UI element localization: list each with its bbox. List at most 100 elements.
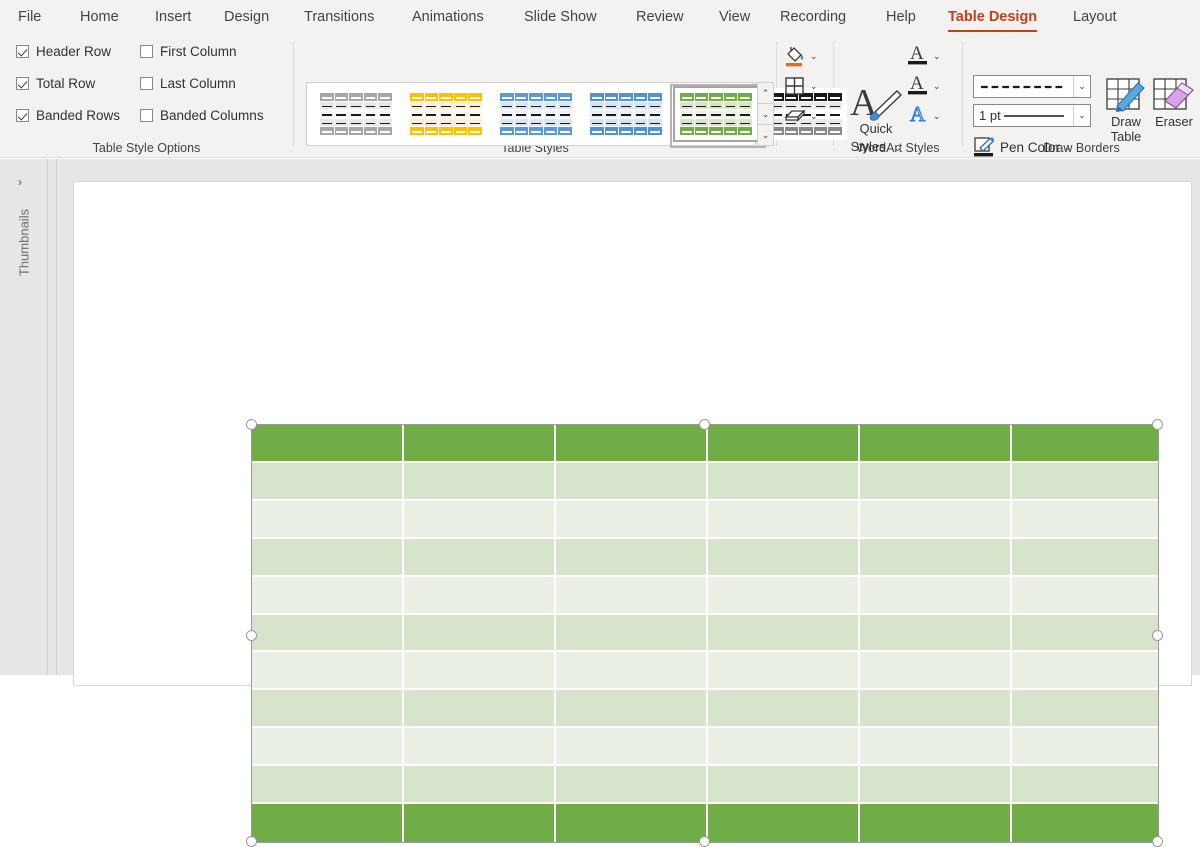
table-cell[interactable]	[860, 501, 1012, 539]
table-style-no-style-table-grid[interactable]	[315, 88, 397, 140]
table-cell[interactable]	[860, 766, 1012, 804]
table-cell[interactable]	[708, 766, 860, 804]
gallery-scroll-buttons[interactable]: ⌃⌄⌄	[757, 82, 774, 146]
checkbox-header-row[interactable]: Header Row	[16, 44, 111, 59]
table-cell[interactable]	[1012, 425, 1158, 463]
table-cell[interactable]	[404, 615, 556, 653]
checkbox-box-first-column[interactable]	[140, 45, 153, 58]
table-cell[interactable]	[252, 425, 404, 463]
pen-weight-combo[interactable]: 1 pt ⌄	[973, 104, 1091, 127]
table-cell[interactable]	[252, 804, 404, 842]
table-cell[interactable]	[860, 652, 1012, 690]
checkbox-box-banded-rows[interactable]	[16, 109, 29, 122]
ribbon-tab-view[interactable]: View	[719, 0, 750, 34]
ribbon-tab-slide-show[interactable]: Slide Show	[524, 0, 597, 34]
chevron-down-icon[interactable]: ⌄	[1073, 105, 1090, 126]
table-cell[interactable]	[252, 577, 404, 615]
table-cell[interactable]	[1012, 577, 1158, 615]
thumbnails-pane[interactable]: › Thumbnails	[0, 159, 48, 675]
table-cell[interactable]	[404, 728, 556, 766]
table-cell[interactable]	[556, 463, 708, 501]
handle-top-center[interactable]	[699, 419, 710, 430]
gallery-scroll-down[interactable]: ⌄	[757, 104, 774, 125]
table-row[interactable]	[252, 539, 1158, 577]
handle-bottom-center[interactable]	[699, 836, 710, 847]
table-row[interactable]	[252, 615, 1158, 653]
table-cell[interactable]	[404, 652, 556, 690]
table-row[interactable]	[252, 425, 1158, 463]
checkbox-box-header-row[interactable]	[16, 45, 29, 58]
table-grid[interactable]	[252, 425, 1158, 842]
handle-middle-right[interactable]	[1152, 630, 1163, 641]
table-cell[interactable]	[252, 539, 404, 577]
checkbox-first-column[interactable]: First Column	[140, 44, 237, 59]
table-row[interactable]	[252, 728, 1158, 766]
table-cell[interactable]	[708, 615, 860, 653]
table-cell[interactable]	[404, 766, 556, 804]
table-cell[interactable]	[860, 539, 1012, 577]
table-cell[interactable]	[556, 728, 708, 766]
table-cell[interactable]	[252, 615, 404, 653]
table-cell[interactable]	[556, 425, 708, 463]
table-cell[interactable]	[252, 690, 404, 728]
ribbon-tab-layout[interactable]: Layout	[1073, 0, 1117, 34]
checkbox-banded-columns[interactable]: Banded Columns	[140, 108, 264, 123]
ribbon-tab-insert[interactable]: Insert	[155, 0, 191, 34]
table-cell[interactable]	[708, 652, 860, 690]
handle-top-left[interactable]	[246, 419, 257, 430]
table-cell[interactable]	[708, 804, 860, 842]
gallery-more[interactable]: ⌄	[757, 125, 774, 146]
table-cell[interactable]	[556, 690, 708, 728]
ribbon-tab-animations[interactable]: Animations	[412, 0, 484, 34]
pen-style-combo[interactable]: ⌄	[973, 75, 1091, 98]
ribbon-tab-table-design[interactable]: Table Design	[948, 0, 1037, 34]
table-style-themed-style-orange[interactable]	[405, 88, 487, 140]
table-cell[interactable]	[1012, 501, 1158, 539]
quick-styles-button[interactable]: A Quick Styles ⌄	[843, 82, 909, 154]
table-cell[interactable]	[252, 501, 404, 539]
table-cell[interactable]	[556, 577, 708, 615]
table-row[interactable]	[252, 577, 1158, 615]
table-row[interactable]	[252, 463, 1158, 501]
table-cell[interactable]	[404, 804, 556, 842]
pen-color-button[interactable]: Pen Color ⌄	[973, 133, 1072, 161]
table-object[interactable]	[252, 425, 1158, 842]
table-cell[interactable]	[556, 615, 708, 653]
handle-top-right[interactable]	[1152, 419, 1163, 430]
table-cell[interactable]	[556, 766, 708, 804]
checkbox-banded-rows[interactable]: Banded Rows	[16, 108, 120, 123]
table-cell[interactable]	[1012, 539, 1158, 577]
handle-bottom-left[interactable]	[246, 836, 257, 847]
checkbox-box-last-column[interactable]	[140, 77, 153, 90]
table-cell[interactable]	[860, 425, 1012, 463]
ribbon-tab-file[interactable]: File	[18, 0, 41, 34]
table-cell[interactable]	[556, 804, 708, 842]
table-cell[interactable]	[556, 501, 708, 539]
table-cell[interactable]	[1012, 690, 1158, 728]
table-cell[interactable]	[708, 463, 860, 501]
table-cell[interactable]	[1012, 804, 1158, 842]
checkbox-last-column[interactable]: Last Column	[140, 76, 236, 91]
table-cell[interactable]	[1012, 728, 1158, 766]
table-cell[interactable]	[708, 577, 860, 615]
table-row[interactable]	[252, 501, 1158, 539]
table-cell[interactable]	[860, 690, 1012, 728]
draw-table-button[interactable]: Draw Table	[1098, 76, 1154, 144]
handle-bottom-right[interactable]	[1152, 836, 1163, 847]
table-styles-gallery[interactable]	[306, 82, 756, 146]
ribbon-tab-help[interactable]: Help	[886, 0, 916, 34]
text-effects-button[interactable]: A⌄	[907, 104, 941, 128]
table-cell[interactable]	[708, 728, 860, 766]
table-row[interactable]	[252, 766, 1158, 804]
table-cell[interactable]	[708, 539, 860, 577]
checkbox-box-banded-columns[interactable]	[140, 109, 153, 122]
ribbon-tab-review[interactable]: Review	[636, 0, 684, 34]
handle-middle-left[interactable]	[246, 630, 257, 641]
chevron-down-icon[interactable]: ⌄	[933, 111, 941, 122]
table-cell[interactable]	[708, 425, 860, 463]
table-cell[interactable]	[404, 425, 556, 463]
table-cell[interactable]	[404, 690, 556, 728]
ribbon-tab-home[interactable]: Home	[80, 0, 119, 34]
gallery-scroll-up[interactable]: ⌃	[757, 82, 774, 104]
ribbon-tab-transitions[interactable]: Transitions	[304, 0, 374, 34]
